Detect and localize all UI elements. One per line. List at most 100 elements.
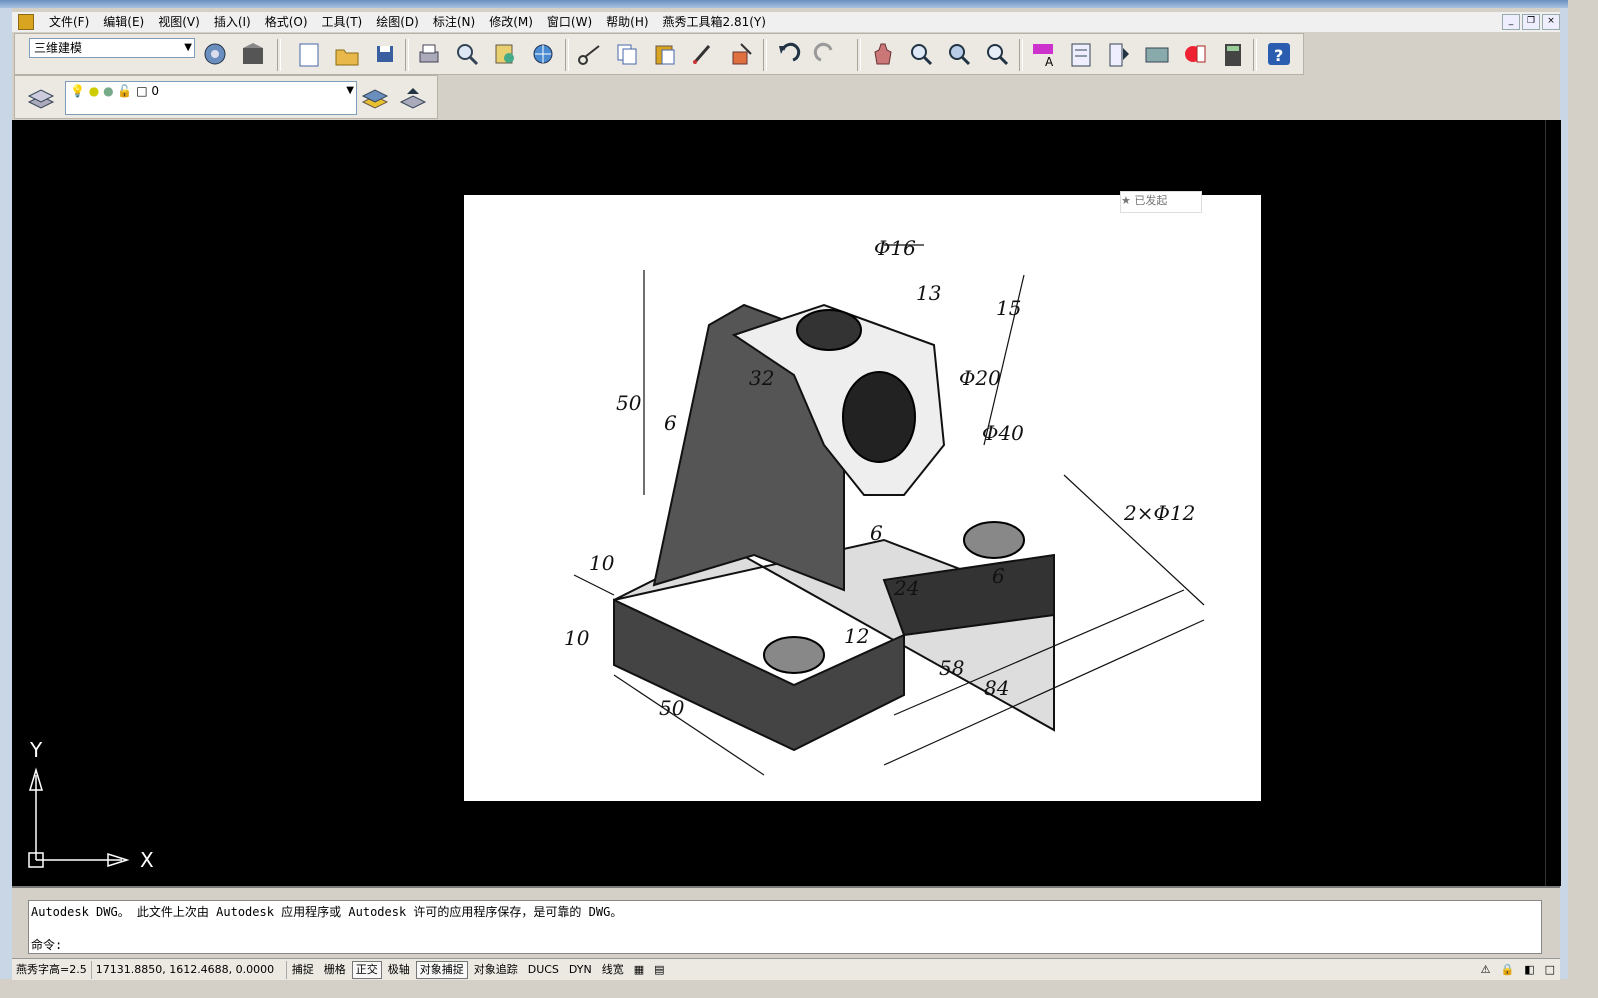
standard-toolbar: 三维建模 ▼ A ? [14,33,1304,75]
menu-view[interactable]: 视图(V) [151,12,207,32]
make-object-layer-current-icon[interactable] [359,82,391,114]
workspace-settings-icon[interactable] [199,38,231,70]
title-bar [0,0,1568,8]
ducs-toggle[interactable]: DUCS [524,961,563,979]
dim-label: Φ20 [959,366,1001,390]
dim-label: 10 [564,626,590,650]
zoom-realtime-icon[interactable] [905,38,937,70]
tool-palettes-icon[interactable] [1103,38,1135,70]
menu-help[interactable]: 帮助(H) [599,12,655,32]
osnap-toggle[interactable]: 对象捕捉 [415,960,468,979]
dim-label: 12 [844,624,869,648]
polar-toggle[interactable]: 极轴 [384,961,414,979]
menu-insert[interactable]: 插入(I) [207,12,258,32]
text-height-readout: 燕秀字高=2.5 [12,960,92,979]
plot-icon[interactable] [413,38,445,70]
top-hole [796,309,862,351]
toolbar-separator [277,39,281,71]
communication-center-icon[interactable]: ◧ [1520,961,1538,979]
publish-web-icon[interactable] [527,38,559,70]
ortho-toggle[interactable]: 正交 [351,960,382,979]
canvas-scrollbar[interactable] [1545,120,1561,886]
otrack-toggle[interactable]: 对象追踪 [470,961,522,979]
ucs-y-label: Y [29,738,43,762]
snap-toggle[interactable]: 捕捉 [288,961,318,979]
drawing-canvas[interactable]: ★ 已发起 Φ16 13 15 Φ20 Φ40 50 32 6 10 10 2×… [12,120,1545,886]
dyn-toggle[interactable]: DYN [565,961,596,979]
plot-preview-icon[interactable] [451,38,483,70]
freeze-icon: ● [103,84,114,98]
window-frame-right [1560,8,1568,979]
menu-dimension[interactable]: 标注(N) [426,12,482,32]
cut-icon[interactable] [573,38,605,70]
menu-modify[interactable]: 修改(M) [482,12,540,32]
close-button[interactable]: × [1542,14,1560,30]
calculator-icon[interactable] [1217,38,1249,70]
undo-icon[interactable] [771,38,803,70]
dim-label: 6 [870,521,883,545]
dim-label: 13 [916,281,941,305]
publish-icon[interactable] [489,38,521,70]
lightbulb-icon: 💡 [70,84,85,98]
workspace-toolbar-icon[interactable] [237,38,269,70]
dim-label: 6 [992,564,1005,588]
zoom-window-icon[interactable] [943,38,975,70]
help-icon[interactable]: ? [1263,38,1295,70]
ucs-icon: Y X [28,738,154,872]
bore-hole [842,371,916,463]
model-space-icon[interactable]: ▦ [630,961,648,979]
design-center-icon[interactable] [1065,38,1097,70]
restore-button[interactable]: ❐ [1522,14,1540,30]
annotation-scale-icon[interactable]: ⚠ [1477,961,1495,979]
menu-format[interactable]: 格式(O) [258,12,315,32]
sheet-set-icon[interactable] [1141,38,1173,70]
clean-screen-icon[interactable]: □ [1541,961,1559,979]
save-icon[interactable] [369,38,401,70]
block-editor-icon[interactable] [725,38,757,70]
menu-yanxiu-toolbox[interactable]: 燕秀工具箱2.81(Y) [656,12,773,32]
new-file-icon[interactable] [293,38,325,70]
properties-icon[interactable]: A [1027,38,1059,70]
chevron-down-icon: ▼ [184,42,192,53]
layer-manager-icon[interactable] [25,82,57,114]
menu-draw[interactable]: 绘图(D) [369,12,426,32]
reference-image[interactable]: ★ 已发起 Φ16 13 15 Φ20 Φ40 50 32 6 10 10 2×… [464,191,1261,801]
base-hole-left [763,636,825,674]
lock-toolbar-icon[interactable]: 🔒 [1496,961,1518,979]
markup-icon[interactable] [1179,38,1211,70]
ucs-x-label: X [140,848,154,872]
zoom-previous-icon[interactable] [981,38,1013,70]
coordinate-readout[interactable]: 17131.8850, 1612.4688, 0.0000 [92,960,287,979]
menu-edit[interactable]: 编辑(E) [96,12,151,32]
copy-icon[interactable] [611,38,643,70]
command-prompt[interactable]: 命令: [31,936,62,953]
grid-toggle[interactable]: 栅格 [320,961,350,979]
match-properties-icon[interactable] [687,38,719,70]
command-history: Autodesk DWG。 此文件上次由 Autodesk 应用程序或 Auto… [31,905,623,919]
dim-label: 6 [664,411,677,435]
menu-file[interactable]: 文件(F) [42,12,96,32]
menu-tools[interactable]: 工具(T) [315,12,370,32]
dim-label: 58 [939,656,964,680]
layer-previous-icon[interactable] [397,82,429,114]
toolbar-separator [763,39,767,71]
open-file-icon[interactable] [331,38,363,70]
toolbar-separator [1253,39,1257,71]
color-swatch-icon: □ [136,84,148,98]
paste-icon[interactable] [649,38,681,70]
toolbar-separator [857,39,861,71]
toolbar-separator [405,39,409,71]
workspace-dropdown[interactable]: 三维建模 ▼ [29,38,195,58]
dim-line [573,574,615,596]
command-line[interactable]: Autodesk DWG。 此文件上次由 Autodesk 应用程序或 Auto… [28,900,1542,954]
layout-icon[interactable]: ▤ [650,961,668,979]
layer-name: 0 [151,84,159,98]
menu-window[interactable]: 窗口(W) [540,12,599,32]
base-hole-right [963,521,1025,559]
app-icon[interactable] [18,14,34,30]
redo-icon[interactable] [811,38,843,70]
lineweight-toggle[interactable]: 线宽 [598,961,628,979]
minimize-button[interactable]: _ [1502,14,1520,30]
pan-icon[interactable] [867,38,899,70]
layer-dropdown[interactable]: 💡 ● ● 🔓 □ 0 ▼ [65,81,357,115]
